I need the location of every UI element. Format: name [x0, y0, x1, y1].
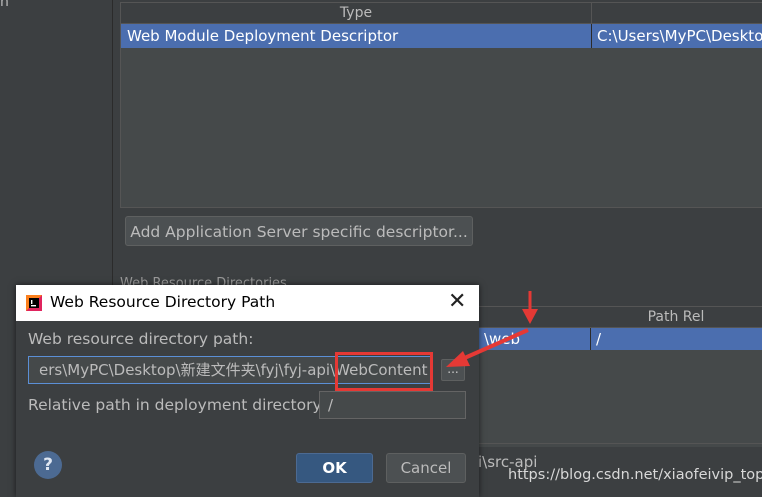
table-row[interactable]: Web Module Deployment Descriptor C:\User… [121, 24, 762, 48]
column-header-path[interactable] [592, 3, 762, 24]
add-server-descriptor-button[interactable]: Add Application Server specific descript… [125, 216, 473, 246]
dialog-title: Web Resource Directory Path [50, 293, 276, 311]
resource-directories-table[interactable]: Path Rel \web / [478, 306, 762, 447]
path-label: Web resource directory path: [28, 330, 254, 348]
highlight-box [335, 352, 433, 391]
relative-path-label: Relative path in deployment directory: [28, 396, 326, 414]
help-icon[interactable]: ? [34, 451, 62, 479]
ok-button[interactable]: OK [296, 453, 373, 483]
row-rel-cell: / [596, 330, 602, 348]
column-header-path-relative[interactable]: Path Rel [590, 307, 762, 328]
cancel-button[interactable]: Cancel [386, 453, 466, 483]
column-divider [591, 24, 592, 48]
column-divider [590, 328, 591, 350]
divider [478, 443, 762, 444]
column-header-dir[interactable] [478, 307, 591, 328]
column-header-type[interactable]: Type [121, 3, 592, 24]
row-type-cell: Web Module Deployment Descriptor [127, 27, 399, 45]
relative-path-input[interactable]: / [319, 391, 466, 419]
row-dir-cell: \web [484, 330, 521, 348]
intellij-app-icon [26, 295, 42, 311]
browse-button[interactable]: ... [441, 359, 465, 381]
web-resource-dialog: Web Resource Directory Path ✕ Web resour… [16, 285, 479, 497]
close-icon[interactable]: ✕ [448, 289, 466, 314]
descriptors-table[interactable]: Type Web Module Deployment Descriptor C:… [120, 2, 762, 208]
table-row[interactable]: \web / [478, 328, 762, 350]
row-path-cell: C:\Users\MyPC\Deskto [597, 27, 762, 45]
watermark: https://blog.csdn.net/xiaofeivip_top [508, 467, 762, 483]
dialog-titlebar: Web Resource Directory Path ✕ [16, 285, 479, 321]
left-panel-text: n [0, 0, 9, 10]
